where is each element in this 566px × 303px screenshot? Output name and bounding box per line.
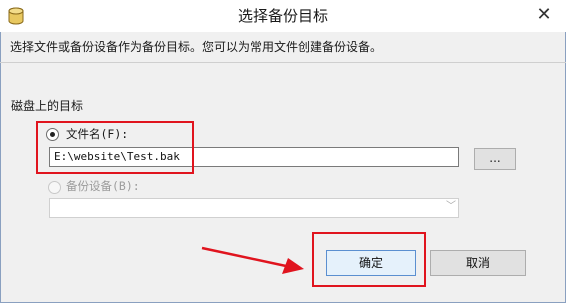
backup-device-label: 备份设备(B):: [66, 179, 140, 193]
cancel-button[interactable]: 取消: [430, 250, 526, 276]
dialog-description: 选择文件或备份设备作为备份目标。您可以为常用文件创建备份设备。: [10, 40, 383, 54]
header-divider: [0, 62, 566, 63]
close-button[interactable]: ✕: [522, 0, 566, 32]
disk-destination-label: 磁盘上的目标: [11, 99, 84, 113]
backup-device-select: [49, 198, 459, 218]
file-name-highlight-box: [36, 121, 194, 174]
browse-button[interactable]: ...: [474, 148, 516, 170]
arrow-to-ok: [201, 246, 304, 274]
backup-device-radio: [48, 181, 61, 194]
close-icon: ✕: [536, 4, 552, 25]
ok-button-highlight-box: [312, 232, 426, 287]
chevron-down-icon: ﹀: [446, 201, 456, 212]
dialog-title: 选择备份目标: [237, 7, 328, 25]
